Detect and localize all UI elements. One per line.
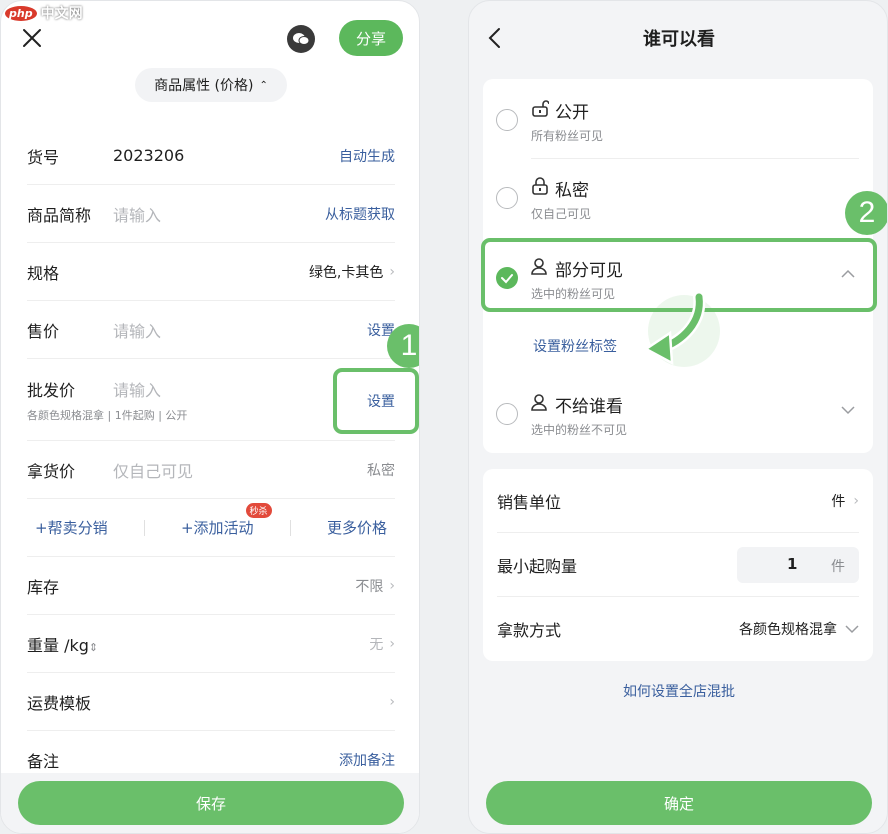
stock-value: 不限 bbox=[355, 578, 384, 595]
wechat-button[interactable] bbox=[287, 25, 315, 53]
note-label: 备注 bbox=[27, 752, 60, 771]
mix-mode-row[interactable]: 拿款方式 各颜色规格混拿 bbox=[497, 597, 859, 661]
close-icon[interactable] bbox=[21, 27, 43, 49]
help-sell-link[interactable]: +帮卖分销 bbox=[27, 517, 116, 538]
unlock-icon bbox=[532, 100, 549, 117]
option-hide-from[interactable]: 不给谁看 选中的粉丝不可见 bbox=[483, 375, 873, 453]
sales-unit-row[interactable]: 销售单位 件 › bbox=[497, 469, 859, 533]
weight-label-text: 重量 /kg bbox=[27, 635, 89, 655]
set-fan-tag-link[interactable]: 设置粉丝标签 bbox=[533, 336, 617, 356]
shipping-template-row[interactable]: 运费模板 › bbox=[27, 673, 395, 731]
pickup-price-row: 拿货价 仅自己可见 私密 bbox=[27, 441, 395, 499]
watermark-logo: php bbox=[5, 5, 37, 21]
save-button[interactable]: 保存 bbox=[18, 781, 404, 825]
option-public-sub: 所有粉丝可见 bbox=[531, 129, 604, 143]
min-qty-unit: 件 bbox=[831, 558, 845, 575]
spec-label: 规格 bbox=[27, 263, 60, 283]
add-activity-link[interactable]: +添加活动 秒杀 bbox=[173, 503, 272, 538]
sales-unit-value: 件 bbox=[831, 493, 846, 510]
more-price-link[interactable]: 更多价格 bbox=[319, 517, 395, 538]
get-from-title-button[interactable]: 从标题获取 bbox=[325, 204, 395, 224]
seckill-badge: 秒杀 bbox=[245, 503, 272, 518]
sku-row: 货号 2023206 自动生成 bbox=[27, 127, 395, 185]
stock-row[interactable]: 库存 不限 › bbox=[27, 557, 395, 615]
pickup-price-label: 拿货价 bbox=[27, 461, 76, 481]
chevron-up-icon: ⌃ bbox=[259, 79, 268, 91]
chevron-down-icon bbox=[845, 625, 859, 634]
chevron-right-icon: › bbox=[853, 492, 859, 509]
weight-value: 无 bbox=[369, 636, 384, 653]
option-private-sub: 仅自己可见 bbox=[531, 207, 592, 221]
min-qty-input[interactable]: 1 件 bbox=[737, 546, 859, 583]
sku-label: 货号 bbox=[27, 147, 60, 167]
sales-unit-label: 销售单位 bbox=[497, 492, 562, 512]
page-title: 谁可以看 bbox=[643, 29, 715, 50]
add-note-button[interactable]: 添加备注 bbox=[339, 750, 395, 770]
watermark: php 中文网 bbox=[5, 3, 83, 23]
watermark-text: 中文网 bbox=[40, 6, 83, 22]
user-icon bbox=[531, 394, 547, 411]
auto-generate-button[interactable]: 自动生成 bbox=[339, 146, 395, 166]
min-qty-label: 最小起购量 bbox=[497, 556, 578, 576]
spec-row[interactable]: 规格 绿色,卡其色 › bbox=[27, 243, 395, 301]
weight-label: 重量 /kg⇕ bbox=[27, 632, 113, 656]
radio-public[interactable] bbox=[496, 109, 518, 131]
option-hide-from-title: 不给谁看 bbox=[555, 397, 623, 417]
min-qty-value: 1 bbox=[787, 554, 798, 573]
sort-icon[interactable]: ⇕ bbox=[89, 641, 98, 654]
share-button[interactable]: 分享 bbox=[339, 20, 403, 56]
shipping-template-label: 运费模板 bbox=[27, 693, 92, 713]
attribute-dropdown-label: 商品属性 (价格) bbox=[154, 78, 254, 94]
radio-hide-from[interactable] bbox=[496, 403, 518, 425]
wholesale-subtitle: 各颜色规格混拿 | 1件起购 | 公开 bbox=[27, 409, 188, 422]
chevron-right-icon: › bbox=[389, 263, 395, 280]
lock-icon bbox=[532, 177, 548, 195]
stock-label: 库存 bbox=[27, 577, 60, 597]
chevron-right-icon: › bbox=[389, 635, 395, 652]
price-row: 售价 请输入 设置 bbox=[27, 301, 395, 359]
step-badge-2: 2 bbox=[845, 191, 887, 235]
weight-row[interactable]: 重量 /kg⇕ 无 › bbox=[27, 615, 395, 673]
pickup-privacy-value[interactable]: 私密 bbox=[367, 460, 395, 480]
divider bbox=[143, 519, 145, 536]
mix-mode-value: 各颜色规格混拿 bbox=[739, 622, 837, 638]
short-name-row: 商品简称 请输入 从标题获取 bbox=[27, 185, 395, 243]
wholesale-input[interactable]: 请输入 bbox=[113, 377, 161, 401]
left-screen: php 中文网 分享 商品属性 (价格) ⌃ 货号 2023206 自动生成 商… bbox=[0, 0, 420, 834]
mix-mode-label: 拿款方式 bbox=[497, 621, 562, 640]
sales-settings-card: 销售单位 件 › 最小起购量 1 件 拿款方式 各颜色规格混拿 bbox=[483, 469, 873, 661]
highlight-box-1 bbox=[333, 368, 419, 434]
sku-value[interactable]: 2023206 bbox=[113, 146, 184, 165]
chevron-down-icon[interactable] bbox=[841, 405, 855, 415]
chevron-right-icon: › bbox=[389, 693, 395, 710]
action-links: +帮卖分销 +添加活动 秒杀 更多价格 bbox=[27, 499, 395, 557]
radio-private[interactable] bbox=[496, 187, 518, 209]
confirm-button[interactable]: 确定 bbox=[486, 781, 872, 825]
option-public[interactable]: 公开 所有粉丝可见 bbox=[483, 81, 873, 159]
chevron-right-icon: › bbox=[389, 577, 395, 594]
pickup-price-input[interactable]: 仅自己可见 bbox=[113, 458, 193, 482]
short-name-label: 商品简称 bbox=[27, 205, 92, 225]
min-qty-row: 最小起购量 1 件 bbox=[497, 533, 859, 597]
pointer-arrow-icon bbox=[644, 291, 720, 367]
add-activity-label: +添加活动 bbox=[180, 519, 254, 537]
short-name-input[interactable]: 请输入 bbox=[113, 202, 161, 226]
option-public-title: 公开 bbox=[555, 103, 589, 123]
divider bbox=[289, 519, 291, 536]
wholesale-label: 批发价 bbox=[27, 381, 76, 400]
option-private-title: 私密 bbox=[555, 181, 589, 201]
right-screen: 谁可以看 公开 所有粉丝可见 私密 仅自己可见 部分可见 选中的粉丝可见 设置粉… bbox=[468, 0, 888, 834]
price-input[interactable]: 请输入 bbox=[113, 318, 161, 342]
price-label: 售价 bbox=[27, 321, 60, 341]
attribute-dropdown[interactable]: 商品属性 (价格) ⌃ bbox=[135, 68, 287, 102]
wechat-icon bbox=[293, 33, 310, 45]
option-hide-from-sub: 选中的粉丝不可见 bbox=[531, 423, 628, 437]
help-link[interactable]: 如何设置全店混批 bbox=[469, 681, 887, 701]
spec-value: 绿色,卡其色 bbox=[308, 264, 384, 281]
option-private[interactable]: 私密 仅自己可见 bbox=[483, 159, 873, 237]
